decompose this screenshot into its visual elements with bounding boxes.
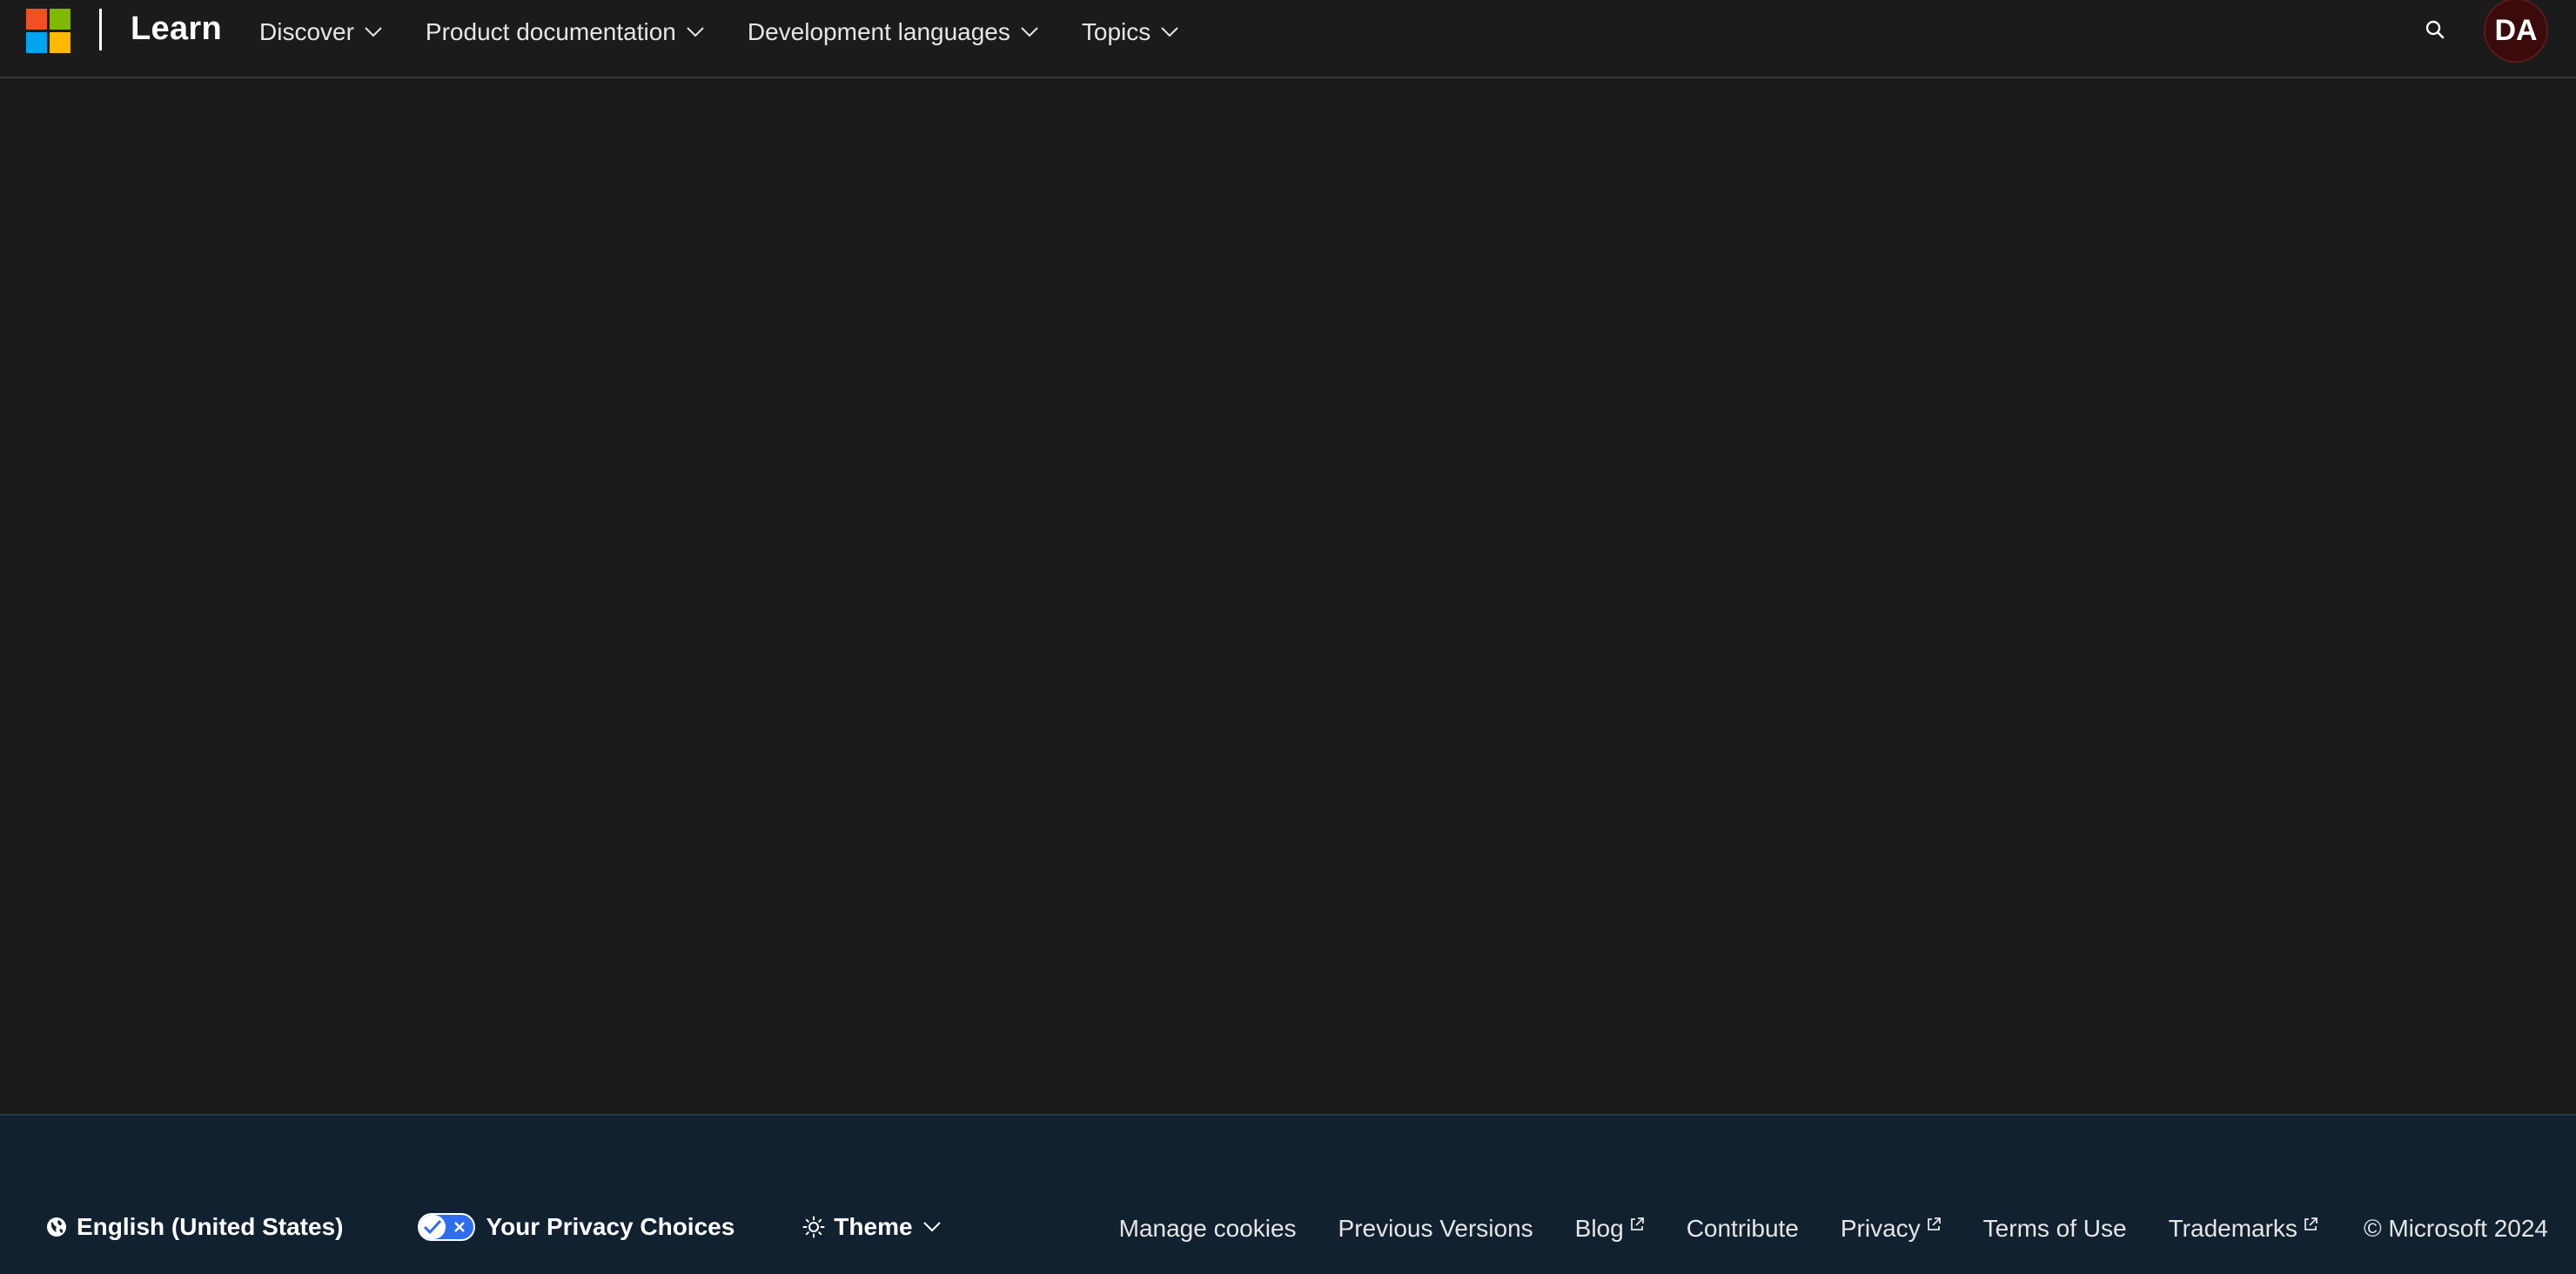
page-footer bbox=[0, 1114, 2576, 1274]
top-navigation-bar: Learn Discover Product documentation Dev… bbox=[0, 0, 2576, 78]
locale-selector[interactable]: English (United States) bbox=[45, 1213, 343, 1241]
nav-development-languages[interactable]: Development languages bbox=[748, 18, 1038, 46]
theme-label: Theme bbox=[834, 1213, 913, 1240]
contribute-link[interactable]: Contribute bbox=[1687, 1215, 1799, 1243]
theme-selector[interactable]: Theme bbox=[802, 1213, 941, 1241]
blog-label: Blog bbox=[1574, 1215, 1624, 1242]
chevron-down-icon bbox=[1021, 27, 1038, 37]
copyright-text: © Microsoft 2024 bbox=[2363, 1215, 2548, 1242]
terms-of-use-label: Terms of Use bbox=[1982, 1215, 2127, 1242]
nav-discover-label: Discover bbox=[259, 18, 354, 45]
nav-product-documentation-label: Product documentation bbox=[425, 18, 676, 45]
manage-cookies-link[interactable]: Manage cookies bbox=[1119, 1215, 1297, 1243]
privacy-choices-label: Your Privacy Choices bbox=[486, 1213, 735, 1240]
microsoft-logo[interactable] bbox=[26, 9, 71, 54]
terms-of-use-link[interactable]: Terms of Use bbox=[1983, 1215, 2127, 1243]
privacy-choices-link[interactable]: Your Privacy Choices bbox=[418, 1213, 735, 1241]
chevron-down-icon bbox=[922, 1222, 941, 1232]
sun-icon bbox=[802, 1216, 825, 1238]
footer-left-group: English (United States) Your Privacy Cho… bbox=[45, 1210, 941, 1244]
previous-versions-label: Previous Versions bbox=[1338, 1215, 1533, 1242]
trademarks-link[interactable]: Trademarks bbox=[2169, 1215, 2318, 1243]
chevron-down-icon bbox=[687, 27, 704, 37]
previous-versions-link[interactable]: Previous Versions bbox=[1338, 1215, 1533, 1243]
privacy-toggle-icon bbox=[418, 1213, 476, 1241]
search-icon bbox=[2425, 20, 2445, 39]
main-content bbox=[0, 80, 2576, 1114]
nav-discover[interactable]: Discover bbox=[259, 18, 382, 46]
trademarks-label: Trademarks bbox=[2168, 1215, 2298, 1242]
close-icon bbox=[446, 1220, 473, 1234]
nav-topics-label: Topics bbox=[1081, 18, 1151, 45]
external-link-icon bbox=[1927, 1217, 1941, 1230]
logo-blue-square bbox=[26, 32, 47, 53]
chevron-down-icon bbox=[365, 27, 382, 37]
logo-green-square bbox=[50, 9, 70, 30]
external-link-icon bbox=[1630, 1217, 1644, 1230]
locale-label: English (United States) bbox=[77, 1213, 344, 1240]
logo-divider bbox=[99, 9, 102, 50]
globe-icon bbox=[47, 1217, 66, 1237]
external-link-icon bbox=[2304, 1217, 2318, 1230]
nav-topics[interactable]: Topics bbox=[1082, 18, 1178, 46]
privacy-link[interactable]: Privacy bbox=[1841, 1215, 1942, 1243]
privacy-label: Privacy bbox=[1840, 1215, 1921, 1242]
logo-red-square bbox=[26, 9, 47, 30]
chevron-down-icon bbox=[1161, 27, 1178, 37]
nav-product-documentation[interactable]: Product documentation bbox=[426, 18, 704, 46]
search-button[interactable] bbox=[2423, 17, 2447, 42]
user-avatar[interactable]: DA bbox=[2484, 0, 2548, 63]
manage-cookies-label: Manage cookies bbox=[1118, 1215, 1297, 1242]
footer-links: Manage cookies Previous Versions Blog Co… bbox=[1119, 1211, 2548, 1246]
main-nav: Discover Product documentation Developme… bbox=[259, 0, 1222, 64]
nav-development-languages-label: Development languages bbox=[747, 18, 1010, 45]
logo-yellow-square bbox=[50, 32, 70, 53]
blog-link[interactable]: Blog bbox=[1575, 1215, 1645, 1243]
check-icon bbox=[419, 1215, 446, 1239]
contribute-label: Contribute bbox=[1686, 1215, 1799, 1242]
brand-link[interactable]: Learn bbox=[131, 10, 222, 48]
